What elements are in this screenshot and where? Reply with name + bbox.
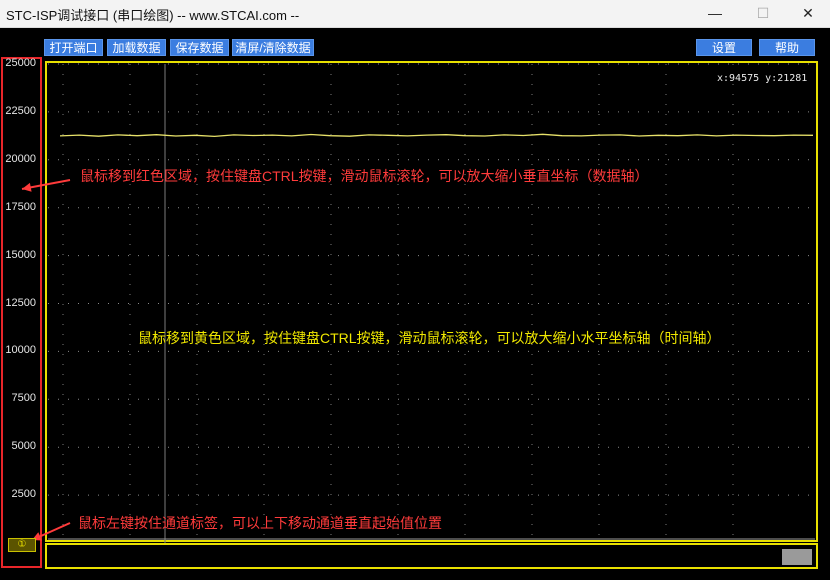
- channel-label[interactable]: ①: [8, 538, 36, 552]
- arrow-y-hint: [21, 179, 71, 192]
- channel-move-hint: 鼠标左键按住通道标签，可以上下移动通道垂直起始值位置: [78, 515, 442, 531]
- cursor-readout: x:94575 y:21281: [717, 73, 808, 84]
- arrow-channel-hint: [31, 522, 71, 541]
- y-zoom-hint: 鼠标移到红色区域，按住键盘CTRL按键，滑动鼠标滚轮，可以放大缩小垂直坐标（数据…: [80, 168, 649, 184]
- plot-canvas: [21, 63, 815, 543]
- series-line: [59, 133, 814, 138]
- x-zoom-hint: 鼠标移到黄色区域，按住键盘CTRL按键，滑动鼠标滚轮，可以放大缩小水平坐标轴（时…: [138, 330, 721, 346]
